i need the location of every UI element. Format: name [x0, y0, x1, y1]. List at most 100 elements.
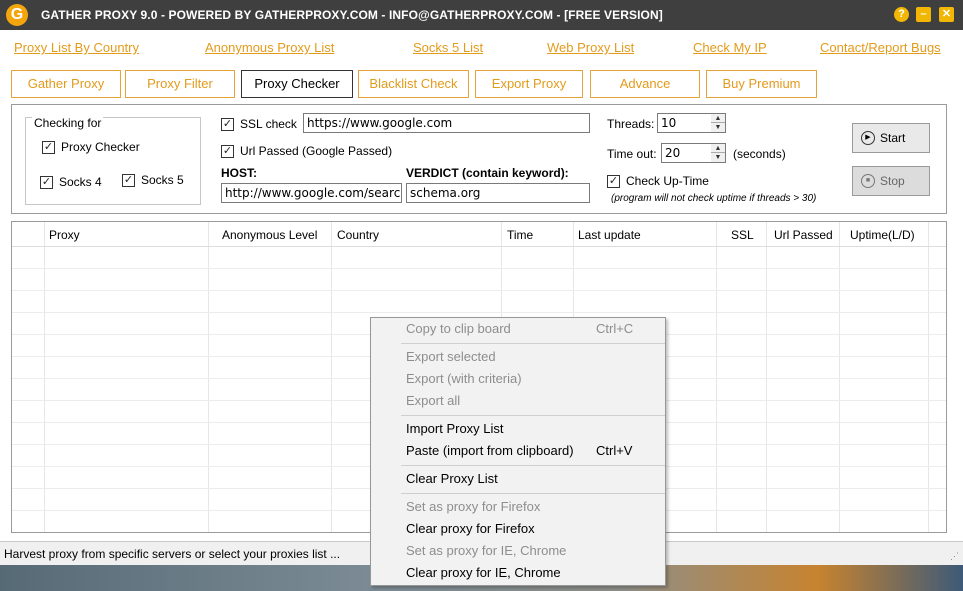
threads-label: Threads: — [607, 117, 655, 131]
context-menu: Copy to clip board Ctrl+C Export selecte… — [370, 317, 666, 586]
menu-item-label: Import Proxy List — [406, 421, 504, 436]
column-header-proxy[interactable]: Proxy — [49, 228, 80, 242]
play-icon: ▶ — [861, 131, 875, 145]
link-check-my-ip[interactable]: Check My IP — [693, 40, 767, 55]
link-anonymous-proxy-list[interactable]: Anonymous Proxy List — [205, 40, 334, 55]
timeout-input[interactable]: 20 — [661, 143, 712, 163]
minimize-button[interactable]: – — [916, 7, 931, 22]
tab-advance[interactable]: Advance — [590, 70, 700, 98]
tab-gather-proxy[interactable]: Gather Proxy — [11, 70, 121, 98]
menu-item-export-all[interactable]: Export all — [371, 390, 665, 412]
menu-item-label: Clear proxy for Firefox — [406, 521, 535, 536]
url-passed-label: Url Passed (Google Passed) — [240, 144, 393, 158]
menu-separator — [401, 343, 665, 344]
menu-item-label: Paste (import from clipboard) — [406, 443, 574, 458]
check-uptime-checkbox[interactable]: ✓ Check Up-Time — [607, 174, 709, 188]
column-header-time[interactable]: Time — [507, 228, 533, 242]
socks5-checkbox[interactable]: ✓ Socks 5 — [122, 173, 184, 187]
threads-input[interactable]: 10 — [657, 113, 712, 133]
column-header-last-update[interactable]: Last update — [578, 228, 641, 242]
host-label: HOST: — [221, 166, 257, 180]
tab-proxy-filter[interactable]: Proxy Filter — [125, 70, 235, 98]
spin-down-icon[interactable]: ▼ — [711, 123, 725, 132]
column-header-ssl[interactable]: SSL — [731, 228, 754, 242]
menu-item-clear-proxy-ie-chrome[interactable]: Clear proxy for IE, Chrome — [371, 562, 665, 584]
stop-icon: ■ — [861, 174, 875, 188]
url-passed-checkbox[interactable]: ✓ Url Passed (Google Passed) — [221, 144, 392, 158]
menu-item-label: Export selected — [406, 349, 496, 364]
link-contact-report-bugs[interactable]: Contact/Report Bugs — [820, 40, 941, 55]
spin-up-icon[interactable]: ▲ — [711, 114, 725, 123]
proxy-checker-checkbox[interactable]: ✓ Proxy Checker — [42, 140, 140, 154]
check-icon: ✓ — [40, 175, 53, 189]
title-bar[interactable]: G GATHER PROXY 9.0 - POWERED BY GATHERPR… — [0, 0, 963, 30]
close-button[interactable]: ✕ — [939, 7, 954, 22]
window-title: GATHER PROXY 9.0 - POWERED BY GATHERPROX… — [41, 8, 663, 22]
check-icon: ✓ — [221, 117, 234, 131]
column-header-country[interactable]: Country — [337, 228, 379, 242]
check-icon: ✓ — [122, 173, 135, 187]
check-uptime-label: Check Up-Time — [626, 174, 709, 188]
status-text: Harvest proxy from specific servers or s… — [4, 547, 341, 561]
host-input[interactable]: http://www.google.com/search?pws=0&q=pro… — [221, 183, 402, 203]
socks4-label: Socks 4 — [59, 175, 102, 189]
link-web-proxy-list[interactable]: Web Proxy List — [547, 40, 634, 55]
menu-item-label: Export all — [406, 393, 461, 408]
menu-item-set-proxy-ie-chrome[interactable]: Set as proxy for IE, Chrome — [371, 540, 665, 562]
stop-button[interactable]: ■ Stop — [852, 166, 930, 196]
ssl-url-input[interactable]: https://www.google.com — [303, 113, 590, 133]
menu-item-label: Clear Proxy List — [406, 471, 498, 486]
table-header: Proxy Anonymous Level Country Time Last … — [12, 222, 946, 247]
ssl-check-label: SSL check — [240, 117, 297, 131]
check-icon: ✓ — [42, 140, 55, 154]
socks4-checkbox[interactable]: ✓ Socks 4 — [40, 175, 102, 189]
menu-separator — [401, 493, 665, 494]
menu-item-paste[interactable]: Paste (import from clipboard) Ctrl+V — [371, 440, 665, 462]
column-header-url-passed[interactable]: Url Passed — [774, 228, 833, 242]
menu-item-import-proxy-list[interactable]: Import Proxy List — [371, 418, 665, 440]
checking-for-group: Checking for ✓ Proxy Checker ✓ Socks 4 ✓… — [25, 116, 201, 205]
proxy-checker-label: Proxy Checker — [61, 140, 140, 154]
check-icon: ✓ — [221, 144, 234, 158]
help-button[interactable]: ? — [894, 7, 909, 22]
socks5-label: Socks 5 — [141, 173, 184, 187]
tab-proxy-checker[interactable]: Proxy Checker — [241, 70, 353, 98]
resize-grip-icon[interactable]: ⋰ — [950, 551, 959, 562]
menu-item-label: Clear proxy for IE, Chrome — [406, 565, 561, 580]
menu-item-copy[interactable]: Copy to clip board Ctrl+C — [371, 318, 665, 340]
app-logo-icon: G — [6, 4, 28, 26]
menu-item-set-proxy-firefox[interactable]: Set as proxy for Firefox — [371, 496, 665, 518]
menu-item-label: Set as proxy for Firefox — [406, 499, 541, 514]
verdict-input[interactable]: schema.org — [406, 183, 590, 203]
tab-export-proxy[interactable]: Export Proxy — [475, 70, 583, 98]
menu-separator — [401, 415, 665, 416]
spin-down-icon[interactable]: ▼ — [711, 153, 725, 162]
checking-for-label: Checking for — [32, 116, 104, 130]
spin-up-icon[interactable]: ▲ — [711, 144, 725, 153]
link-proxy-list-by-country[interactable]: Proxy List By Country — [14, 40, 139, 55]
menu-shortcut: Ctrl+C — [596, 321, 634, 336]
stop-label: Stop — [880, 174, 905, 188]
check-icon: ✓ — [607, 174, 620, 188]
timeout-label: Time out: — [607, 147, 657, 161]
link-socks5-list[interactable]: Socks 5 List — [413, 40, 483, 55]
menu-item-label: Copy to clip board — [406, 321, 511, 336]
column-header-anonymous-level[interactable]: Anonymous Level — [222, 228, 317, 242]
threads-spinner[interactable]: ▲ ▼ — [711, 113, 726, 133]
checker-settings-panel: Checking for ✓ Proxy Checker ✓ Socks 4 ✓… — [11, 104, 947, 214]
verdict-label: VERDICT (contain keyword): — [406, 166, 569, 180]
menu-item-export-with-criteria[interactable]: Export (with criteria) — [371, 368, 665, 390]
menu-item-clear-proxy-firefox[interactable]: Clear proxy for Firefox — [371, 518, 665, 540]
tab-blacklist-check[interactable]: Blacklist Check — [358, 70, 469, 98]
menu-shortcut: Ctrl+V — [596, 443, 633, 458]
menu-item-label: Set as proxy for IE, Chrome — [406, 543, 567, 558]
ssl-check-checkbox[interactable]: ✓ SSL check — [221, 117, 297, 131]
tab-buy-premium[interactable]: Buy Premium — [706, 70, 817, 98]
menu-item-clear-proxy-list[interactable]: Clear Proxy List — [371, 468, 665, 490]
timeout-spinner[interactable]: ▲ ▼ — [711, 143, 726, 163]
seconds-label: (seconds) — [733, 147, 786, 161]
column-header-uptime[interactable]: Uptime(L/D) — [850, 228, 915, 242]
start-button[interactable]: ▶ Start — [852, 123, 930, 153]
start-label: Start — [880, 131, 906, 145]
menu-item-export-selected[interactable]: Export selected — [371, 346, 665, 368]
